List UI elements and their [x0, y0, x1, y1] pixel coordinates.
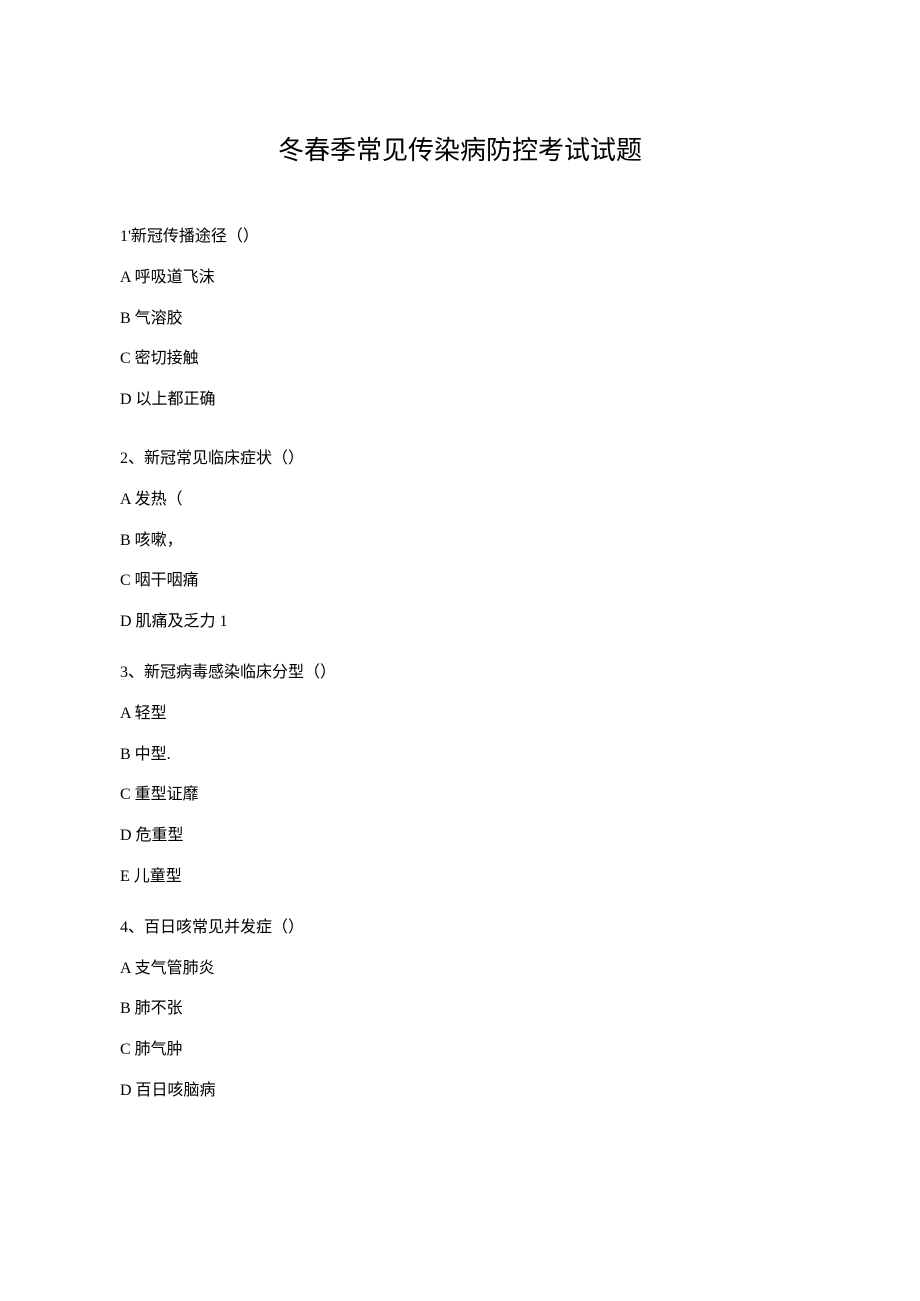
question-4: 4、百日咳常见并发症（） A 支气管肺炎 B 肺不张 C 肺气肿 D 百日咳脑病	[120, 918, 800, 1102]
option-d: D 百日咳脑病	[120, 1081, 800, 1102]
option-e: E 儿童型	[120, 867, 800, 888]
option-a: A 呼吸道飞沫	[120, 268, 800, 289]
question-prompt: 3、新冠病毒感染临床分型（）	[120, 663, 800, 684]
option-d: D 危重型	[120, 826, 800, 847]
option-c: C 重型证靡	[120, 785, 800, 806]
question-prompt: 4、百日咳常见并发症（）	[120, 918, 800, 939]
question-1: 1'新冠传播途径（） A 呼吸道飞沫 B 气溶胶 C 密切接触 D 以上都正确	[120, 227, 800, 411]
option-a: A 发热（	[120, 490, 800, 511]
option-c: C 咽干咽痛	[120, 571, 800, 592]
option-c: C 肺气肿	[120, 1040, 800, 1061]
option-b: B 气溶胶	[120, 309, 800, 330]
option-a: A 轻型	[120, 704, 800, 725]
question-3: 3、新冠病毒感染临床分型（） A 轻型 B 中型. C 重型证靡 D 危重型 E…	[120, 663, 800, 888]
page-title: 冬春季常见传染病防控考试试题	[120, 130, 800, 167]
option-c: C 密切接触	[120, 349, 800, 370]
question-prompt: 2、新冠常见临床症状（）	[120, 449, 800, 470]
option-d: D 肌痛及乏力 1	[120, 612, 800, 633]
option-a: A 支气管肺炎	[120, 959, 800, 980]
option-d: D 以上都正确	[120, 390, 800, 411]
question-prompt: 1'新冠传播途径（）	[120, 227, 800, 248]
option-b: B 咳嗽，	[120, 531, 800, 552]
option-b: B 肺不张	[120, 999, 800, 1020]
option-b: B 中型.	[120, 745, 800, 766]
question-2: 2、新冠常见临床症状（） A 发热（ B 咳嗽， C 咽干咽痛 D 肌痛及乏力 …	[120, 449, 800, 633]
